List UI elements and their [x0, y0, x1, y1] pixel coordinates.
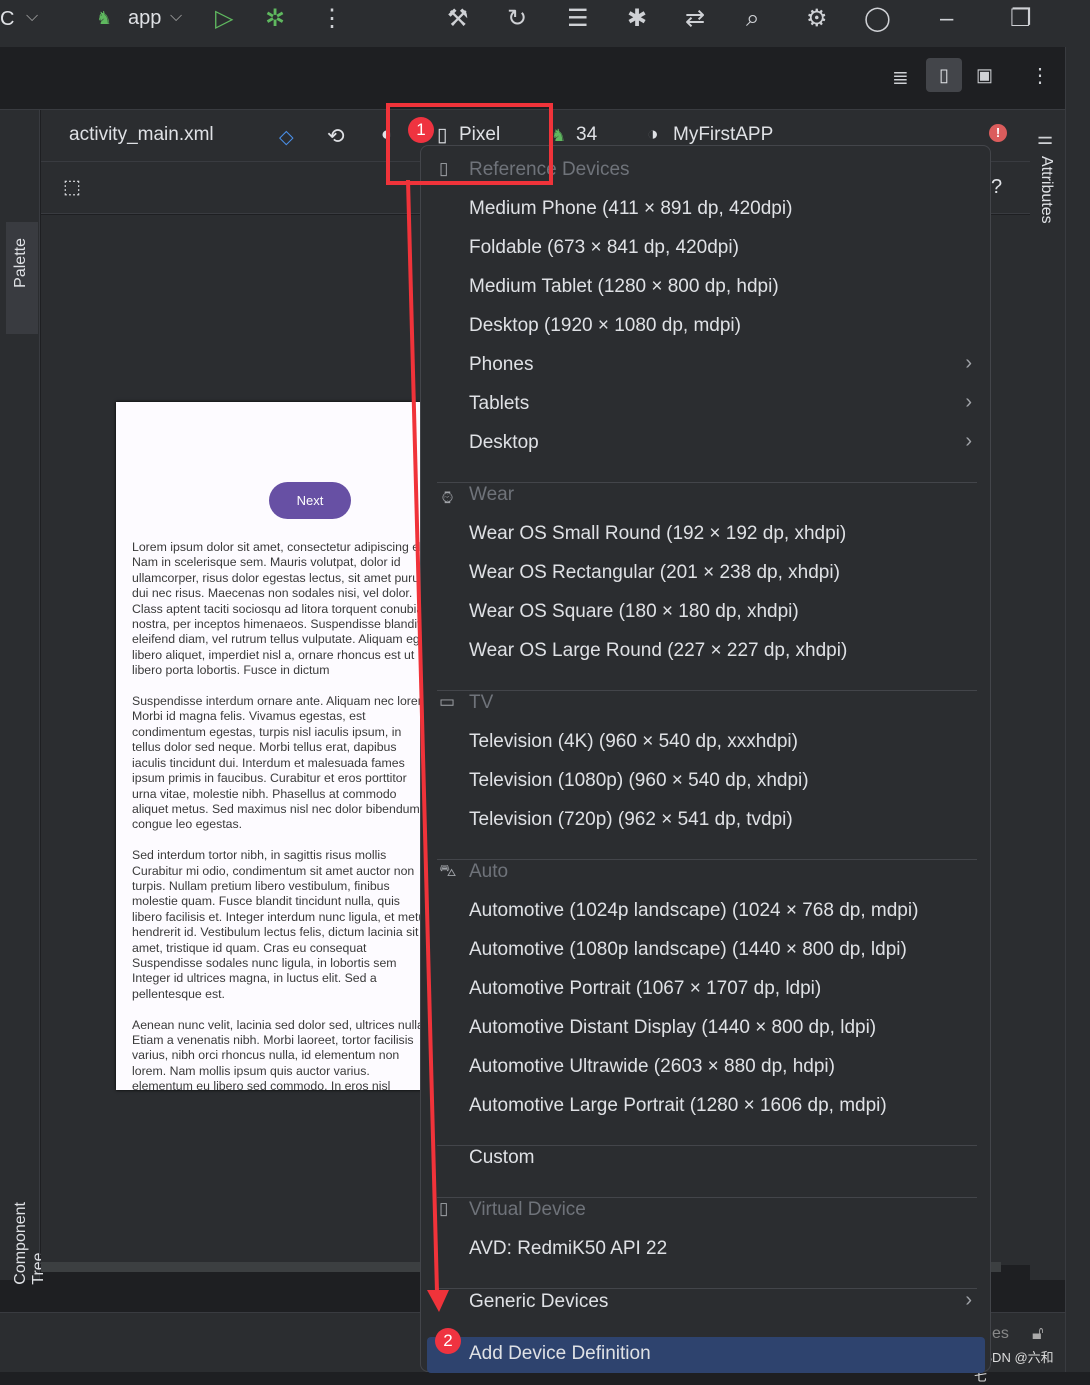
annotation-arrow	[406, 179, 449, 1312]
step-2-badge: 2	[435, 1328, 461, 1354]
step-1-badge: 1	[408, 117, 434, 143]
